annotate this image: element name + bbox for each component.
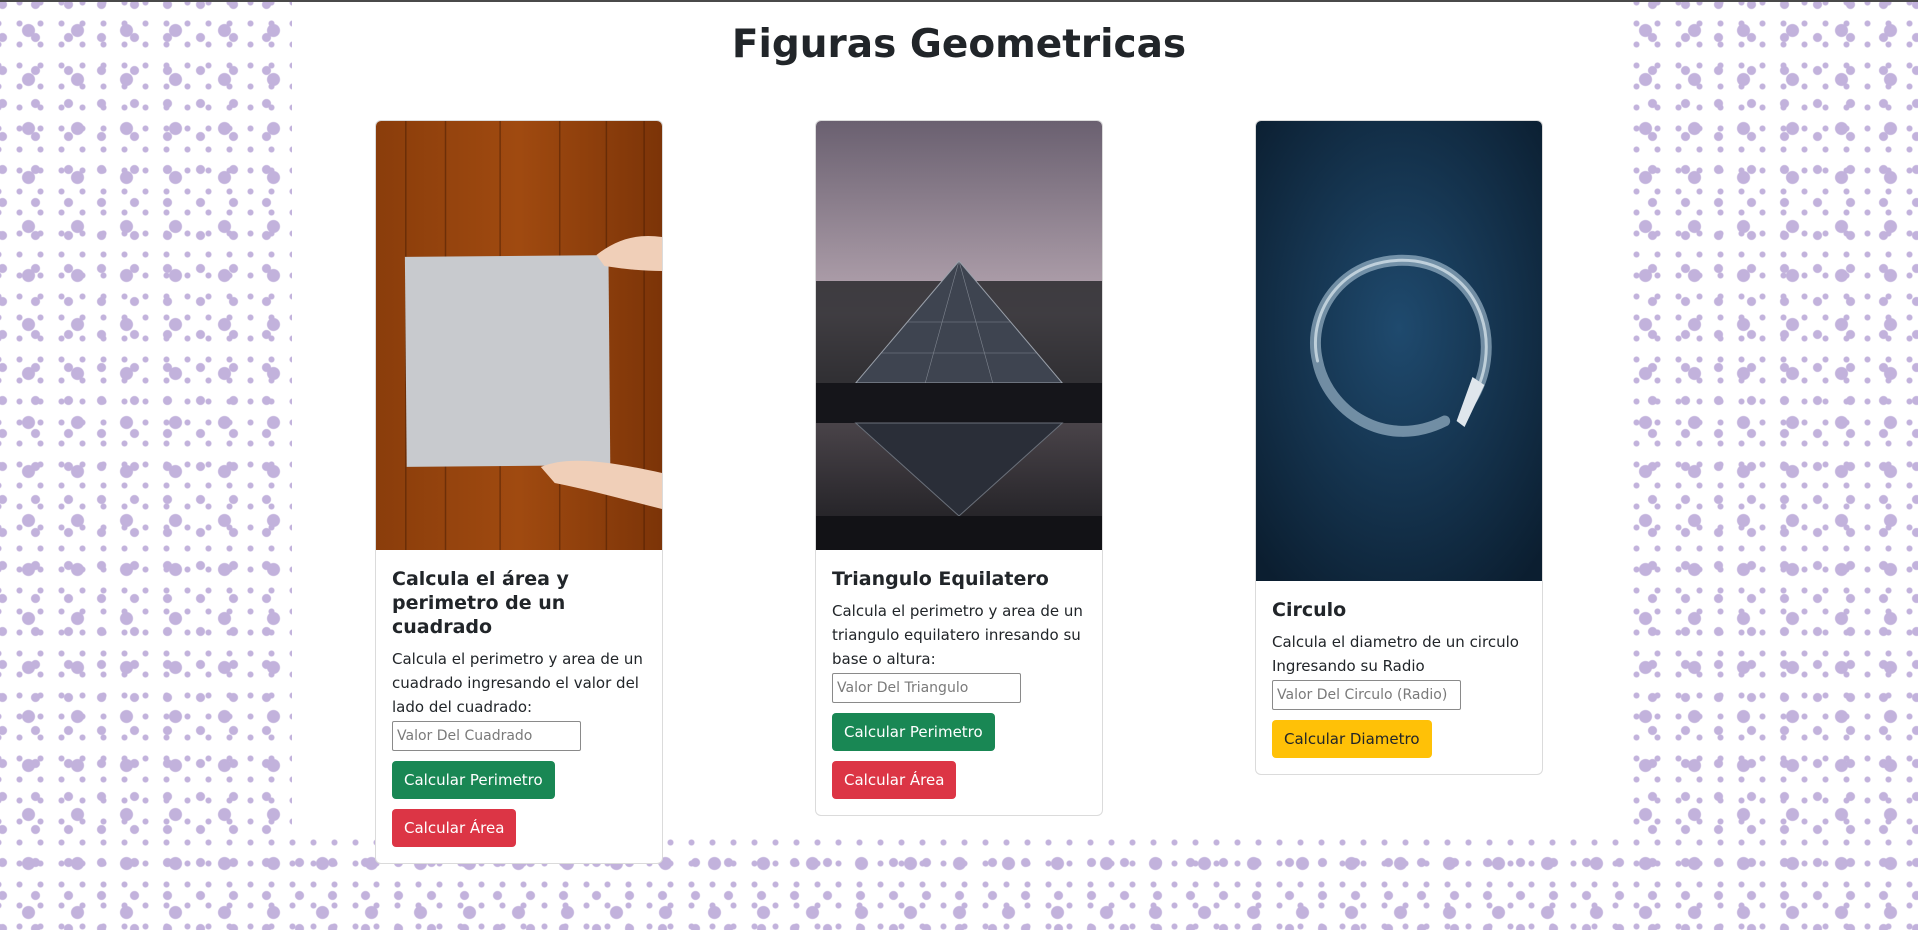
triangle-perimeter-button[interactable]: Calcular Perimetro (832, 713, 995, 751)
square-card: Calcula el área y perimetro de un cuadra… (375, 120, 663, 864)
circle-card-body: Circulo Calcula el diametro de un circul… (1256, 581, 1542, 774)
circle-card-image (1256, 121, 1542, 581)
square-area-button[interactable]: Calcular Área (392, 809, 517, 847)
triangle-card-body: Triangulo Equilatero Calcula el perimetr… (816, 550, 1102, 815)
triangle-area-button[interactable]: Calcular Área (832, 761, 957, 799)
triangle-card-title: Triangulo Equilatero (832, 568, 1049, 590)
square-card-text: Calcula el perimetro y area de un cuadra… (392, 650, 643, 716)
circle-diameter-button[interactable]: Calcular Diametro (1272, 720, 1432, 758)
square-perimeter-button[interactable]: Calcular Perimetro (392, 761, 555, 799)
square-value-input[interactable] (392, 721, 581, 751)
page-title: Figuras Geometricas (731, 22, 1187, 67)
triangle-card: Triangulo Equilatero Calcula el perimetr… (815, 120, 1103, 816)
circle-card: Circulo Calcula el diametro de un circul… (1255, 120, 1543, 775)
square-card-body: Calcula el área y perimetro de un cuadra… (376, 550, 662, 863)
triangle-value-input[interactable] (832, 673, 1021, 703)
triangle-card-text: Calcula el perimetro y area de un triang… (832, 602, 1083, 668)
circle-card-text: Calcula el diametro de un circulo Ingres… (1272, 633, 1519, 675)
circle-card-title: Circulo (1272, 599, 1347, 621)
triangle-card-image (816, 121, 1102, 550)
square-card-image (376, 121, 662, 550)
circle-value-input[interactable] (1272, 680, 1461, 710)
square-card-title: Calcula el área y perimetro de un cuadra… (392, 568, 569, 638)
